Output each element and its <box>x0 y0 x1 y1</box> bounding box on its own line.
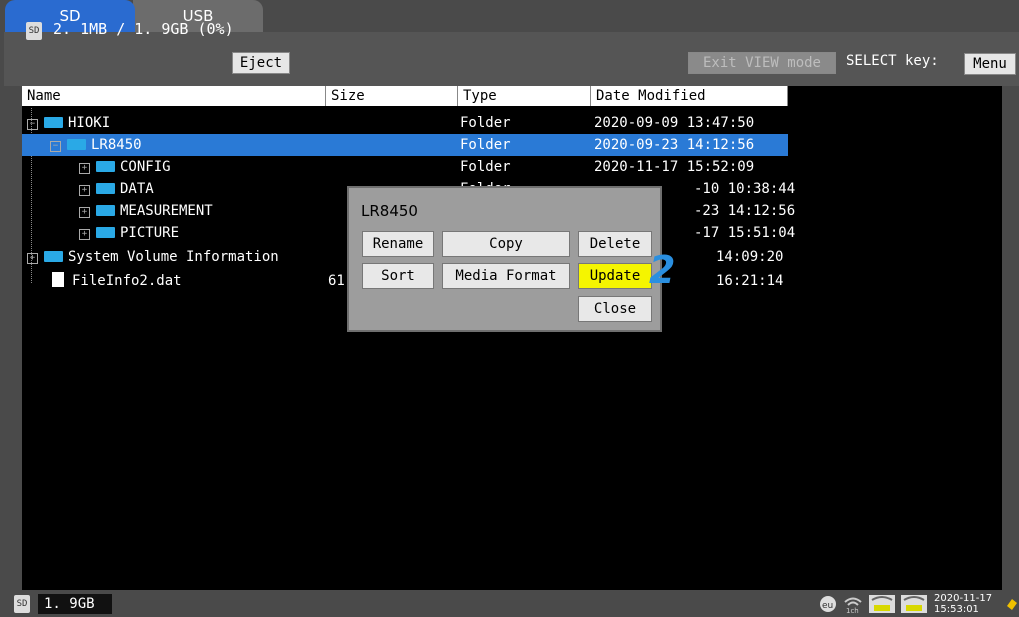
collapse-icon[interactable]: − <box>27 119 38 130</box>
expand-icon[interactable]: + <box>79 185 90 196</box>
update-button[interactable]: Update <box>578 263 652 289</box>
sd-card-icon: SD <box>26 22 42 40</box>
column-header-size[interactable]: Size <box>326 86 458 106</box>
item-date: 16:21:14 <box>716 273 784 289</box>
item-date: 2020-09-23 14:12:56 <box>594 137 755 153</box>
rename-button[interactable]: Rename <box>362 231 434 257</box>
column-header-date[interactable]: Date Modified <box>591 86 788 106</box>
column-header-type[interactable]: Type <box>458 86 591 106</box>
status-time: 15:53:01 <box>934 604 979 615</box>
item-date: 2020-11-17 15:52:09 <box>594 159 755 175</box>
list-item[interactable]: + CONFIG Folder 2020-11-17 15:52:09 <box>22 156 788 178</box>
context-dialog: LR8450 Rename Copy Delete Sort Media For… <box>347 186 662 332</box>
item-name: CONFIG <box>120 159 171 175</box>
item-size: 61 <box>328 273 345 289</box>
item-date: -17 15:51:04 <box>694 225 796 241</box>
network-icon <box>868 594 896 614</box>
collapse-icon[interactable]: − <box>50 141 61 152</box>
status-datetime: 2020-11-17 15:53:01 <box>934 593 992 615</box>
folder-icon <box>96 161 115 172</box>
item-name: PICTURE <box>120 225 180 241</box>
item-name: System Volume Information <box>68 249 279 265</box>
item-name: FileInfo2.dat <box>72 273 182 289</box>
item-name: MEASUREMENT <box>120 203 213 219</box>
power-plug-icon <box>1004 594 1019 614</box>
file-list: Name Size Type Date Modified − HIOKI Fold… <box>22 86 1002 590</box>
menu-button[interactable]: Menu <box>964 53 1016 75</box>
item-name: LR8450 <box>91 137 142 153</box>
copy-button[interactable]: Copy <box>442 231 570 257</box>
select-key-label: SELECT key: <box>846 53 939 69</box>
exit-view-mode-button[interactable]: Exit VIEW mode <box>688 52 836 74</box>
status-date: 2020-11-17 <box>934 593 993 604</box>
storage-usage: 2. 1MB / 1. 9GB (0%) <box>53 20 234 38</box>
expand-icon[interactable]: + <box>79 207 90 218</box>
list-item-selected[interactable]: − LR8450 Folder 2020-09-23 14:12:56 <box>22 134 788 156</box>
folder-icon <box>96 227 115 238</box>
delete-button[interactable]: Delete <box>578 231 652 257</box>
item-name: DATA <box>120 181 154 197</box>
list-item[interactable]: − HIOKI Folder 2020-09-09 13:47:50 <box>22 112 788 134</box>
sort-button[interactable]: Sort <box>362 263 434 289</box>
close-button[interactable]: Close <box>578 296 652 322</box>
column-header-name[interactable]: Name <box>22 86 326 106</box>
folder-icon <box>96 183 115 194</box>
channel-label: 1ch <box>846 607 859 614</box>
item-type: Folder <box>460 137 511 153</box>
item-type: Folder <box>460 115 511 131</box>
svg-text:eu: eu <box>822 601 833 611</box>
folder-icon <box>96 205 115 216</box>
screen: USB SD SD 2. 1MB / 1. 9GB (0%) Eject Exi… <box>0 0 1019 617</box>
item-name: HIOKI <box>68 115 111 131</box>
item-date: -10 10:38:44 <box>694 181 796 197</box>
item-date: 14:09:20 <box>716 249 784 265</box>
expand-icon[interactable]: + <box>27 253 38 264</box>
wireless-icon: 1ch <box>842 594 864 615</box>
expand-icon[interactable]: + <box>79 163 90 174</box>
step-number-marker: 2 <box>649 248 676 292</box>
sd-card-icon: SD <box>14 595 30 613</box>
item-type: Folder <box>460 159 511 175</box>
status-bar: SD 1. 9GB eu 1ch 2020-11-17 15:53:01 <box>0 590 1019 617</box>
item-date: -23 14:12:56 <box>694 203 796 219</box>
dialog-title: LR8450 <box>361 202 418 220</box>
file-icon <box>52 272 64 287</box>
eject-button[interactable]: Eject <box>232 52 290 74</box>
media-format-button[interactable]: Media Format <box>442 263 570 289</box>
status-capacity: 1. 9GB <box>38 594 112 614</box>
item-date: 2020-09-09 13:47:50 <box>594 115 755 131</box>
eu-icon: eu <box>818 594 840 614</box>
network-icon <box>900 594 928 614</box>
folder-icon <box>67 139 86 150</box>
folder-icon <box>44 117 63 128</box>
folder-icon <box>44 251 63 262</box>
expand-icon[interactable]: + <box>79 229 90 240</box>
